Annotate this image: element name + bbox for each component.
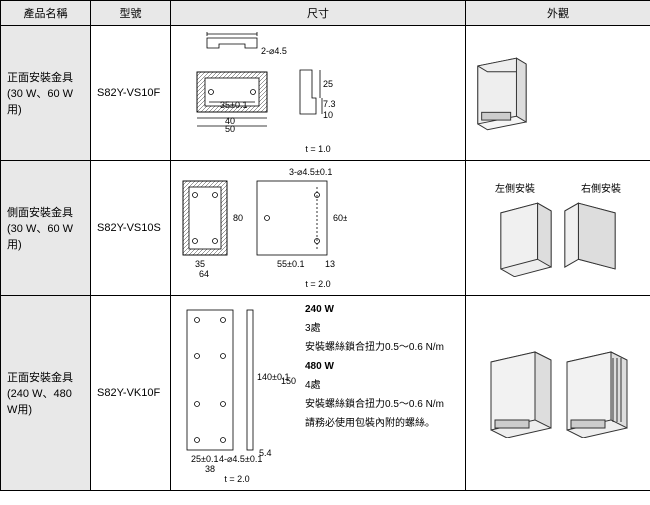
exterior-cell <box>466 296 650 491</box>
svg-text:25±0.1: 25±0.1 <box>191 454 218 464</box>
product-name: 正面安裝金具 <box>7 372 73 384</box>
exterior-cell: 左側安裝 右側安裝 <box>466 161 650 296</box>
svg-text:3-⌀4.5±0.1: 3-⌀4.5±0.1 <box>289 167 332 177</box>
svg-text:55±0.1: 55±0.1 <box>277 259 304 269</box>
exterior-label-left: 左側安裝 <box>495 180 535 195</box>
model-cell: S82Y-VS10F <box>91 26 171 161</box>
table-row: 正面安裝金具 (30 W、60 W用) S82Y-VS10F <box>1 26 650 161</box>
product-image <box>561 348 631 438</box>
product-image <box>485 348 555 438</box>
model-number: S82Y-VS10F <box>97 87 160 99</box>
exterior-cell <box>466 26 650 161</box>
technical-drawing: 41 2-⌀4.5±0.1 <box>177 32 287 142</box>
model-number: S82Y-VK10F <box>97 387 160 399</box>
header-model: 型號 <box>91 1 171 26</box>
dimension-cell: 41 2-⌀4.5±0.1 <box>171 26 466 161</box>
dimension-cell: 3-⌀4.5±0.1 80 35 64 <box>171 161 466 296</box>
technical-drawing-side: 25 7.3 10 <box>295 32 345 142</box>
thickness-label: t = 1.0 <box>177 144 459 154</box>
header-row: 產品名稱 型號 尺寸 外觀 <box>1 1 650 26</box>
thickness-label: t = 2.0 <box>177 279 459 289</box>
header-name: 產品名稱 <box>1 1 91 26</box>
svg-text:80: 80 <box>233 213 243 223</box>
thickness-label: t = 2.0 <box>177 474 297 484</box>
product-image-right <box>561 199 619 277</box>
product-name-cell: 正面安裝金具 (240 W、480 W用) <box>1 296 91 491</box>
dimension-cell: 140±0.1 150 25±0.1 4-⌀4.5±0.1 38 5.4 t =… <box>171 296 466 491</box>
svg-text:150: 150 <box>281 376 296 386</box>
product-image <box>472 54 530 132</box>
model-cell: S82Y-VK10F <box>91 296 171 491</box>
svg-text:25: 25 <box>323 79 333 89</box>
svg-text:64: 64 <box>199 269 209 277</box>
svg-text:5.4: 5.4 <box>259 448 272 458</box>
product-image-left <box>497 199 555 277</box>
technical-drawing: 140±0.1 150 25±0.1 4-⌀4.5±0.1 38 5.4 t =… <box>177 302 297 484</box>
header-exterior: 外觀 <box>466 1 650 26</box>
product-name-cell: 正面安裝金具 (30 W、60 W用) <box>1 26 91 161</box>
technical-drawing: 3-⌀4.5±0.1 80 35 64 <box>177 167 347 277</box>
table-row: 側面安裝金具 (30 W、60 W用) S82Y-VS10S 3-⌀4.5±0.… <box>1 161 650 296</box>
svg-text:13: 13 <box>325 259 335 269</box>
model-cell: S82Y-VS10S <box>91 161 171 296</box>
svg-text:38: 38 <box>205 464 215 472</box>
svg-text:2-⌀4.5±0.1: 2-⌀4.5±0.1 <box>261 46 287 56</box>
installation-notes: 240 W 3處 安裝螺絲鎖合扭力0.5～0.6 N/m 480 W 4處 安裝… <box>305 302 444 435</box>
svg-text:41: 41 <box>224 32 234 33</box>
svg-text:60±0.1: 60±0.1 <box>333 213 347 223</box>
spec-table: 產品名稱 型號 尺寸 外觀 正面安裝金具 (30 W、60 W用) S82Y-V… <box>0 0 650 491</box>
svg-text:35: 35 <box>195 259 205 269</box>
exterior-label-right: 右側安裝 <box>581 180 621 195</box>
svg-text:7.3: 7.3 <box>323 99 336 109</box>
product-name: 正面安裝金具 <box>7 72 73 84</box>
product-name-sub: (30 W、60 W用) <box>7 88 73 116</box>
product-name-sub: (240 W、480 W用) <box>7 388 72 416</box>
product-name-sub: (30 W、60 W用) <box>7 223 73 251</box>
svg-text:4-⌀4.5±0.1: 4-⌀4.5±0.1 <box>219 454 262 464</box>
header-dimensions: 尺寸 <box>171 1 466 26</box>
svg-text:35±0.1: 35±0.1 <box>220 100 247 110</box>
model-number: S82Y-VS10S <box>97 222 161 234</box>
table-row: 正面安裝金具 (240 W、480 W用) S82Y-VK10F <box>1 296 650 491</box>
product-name-cell: 側面安裝金具 (30 W、60 W用) <box>1 161 91 296</box>
product-name: 側面安裝金具 <box>7 207 73 219</box>
svg-text:10: 10 <box>323 110 333 120</box>
svg-text:50: 50 <box>225 124 235 134</box>
